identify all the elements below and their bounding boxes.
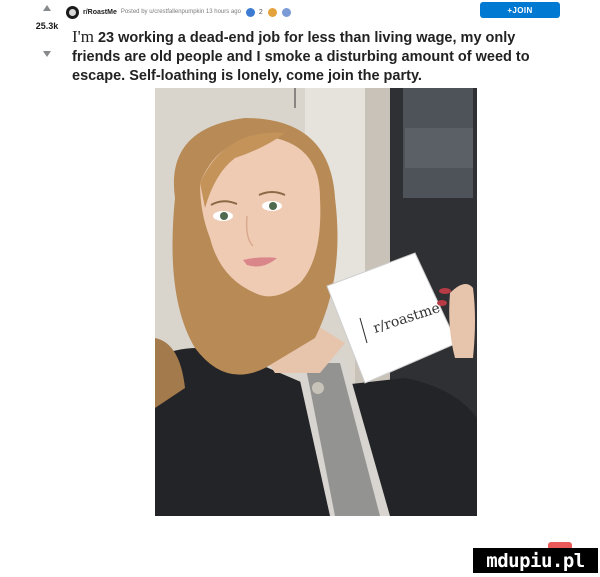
subreddit-link[interactable]: r/RoastMe xyxy=(83,9,117,16)
downvote-icon[interactable] xyxy=(43,51,51,57)
site-watermark: mdupiu.pl xyxy=(473,542,598,573)
upvote-icon[interactable] xyxy=(43,5,51,11)
award-icon xyxy=(281,7,291,17)
post-title[interactable]: I'm 23 working a dead-end job for less t… xyxy=(72,27,542,86)
award-icon xyxy=(245,7,255,17)
title-lead: I'm xyxy=(72,27,94,46)
posted-by: Posted by u/crestfallenpumpkin 13 hours … xyxy=(120,9,241,15)
title-text: 23 working a dead-end job for less than … xyxy=(72,30,530,84)
photo-illustration: r/roastme xyxy=(155,88,477,516)
vote-column: 25.3k xyxy=(30,2,64,57)
award-count: 2 xyxy=(258,8,263,16)
post-image[interactable]: r/roastme xyxy=(155,88,477,516)
reddit-post: 25.3k r/RoastMe Posted by u/crestfallenp… xyxy=(0,0,600,520)
score: 25.3k xyxy=(35,21,59,31)
award-icon xyxy=(267,7,277,17)
join-button[interactable]: +JOIN xyxy=(480,2,560,18)
subreddit-icon[interactable] xyxy=(66,5,79,19)
post-meta: r/RoastMe Posted by u/crestfallenpumpkin… xyxy=(66,4,291,20)
